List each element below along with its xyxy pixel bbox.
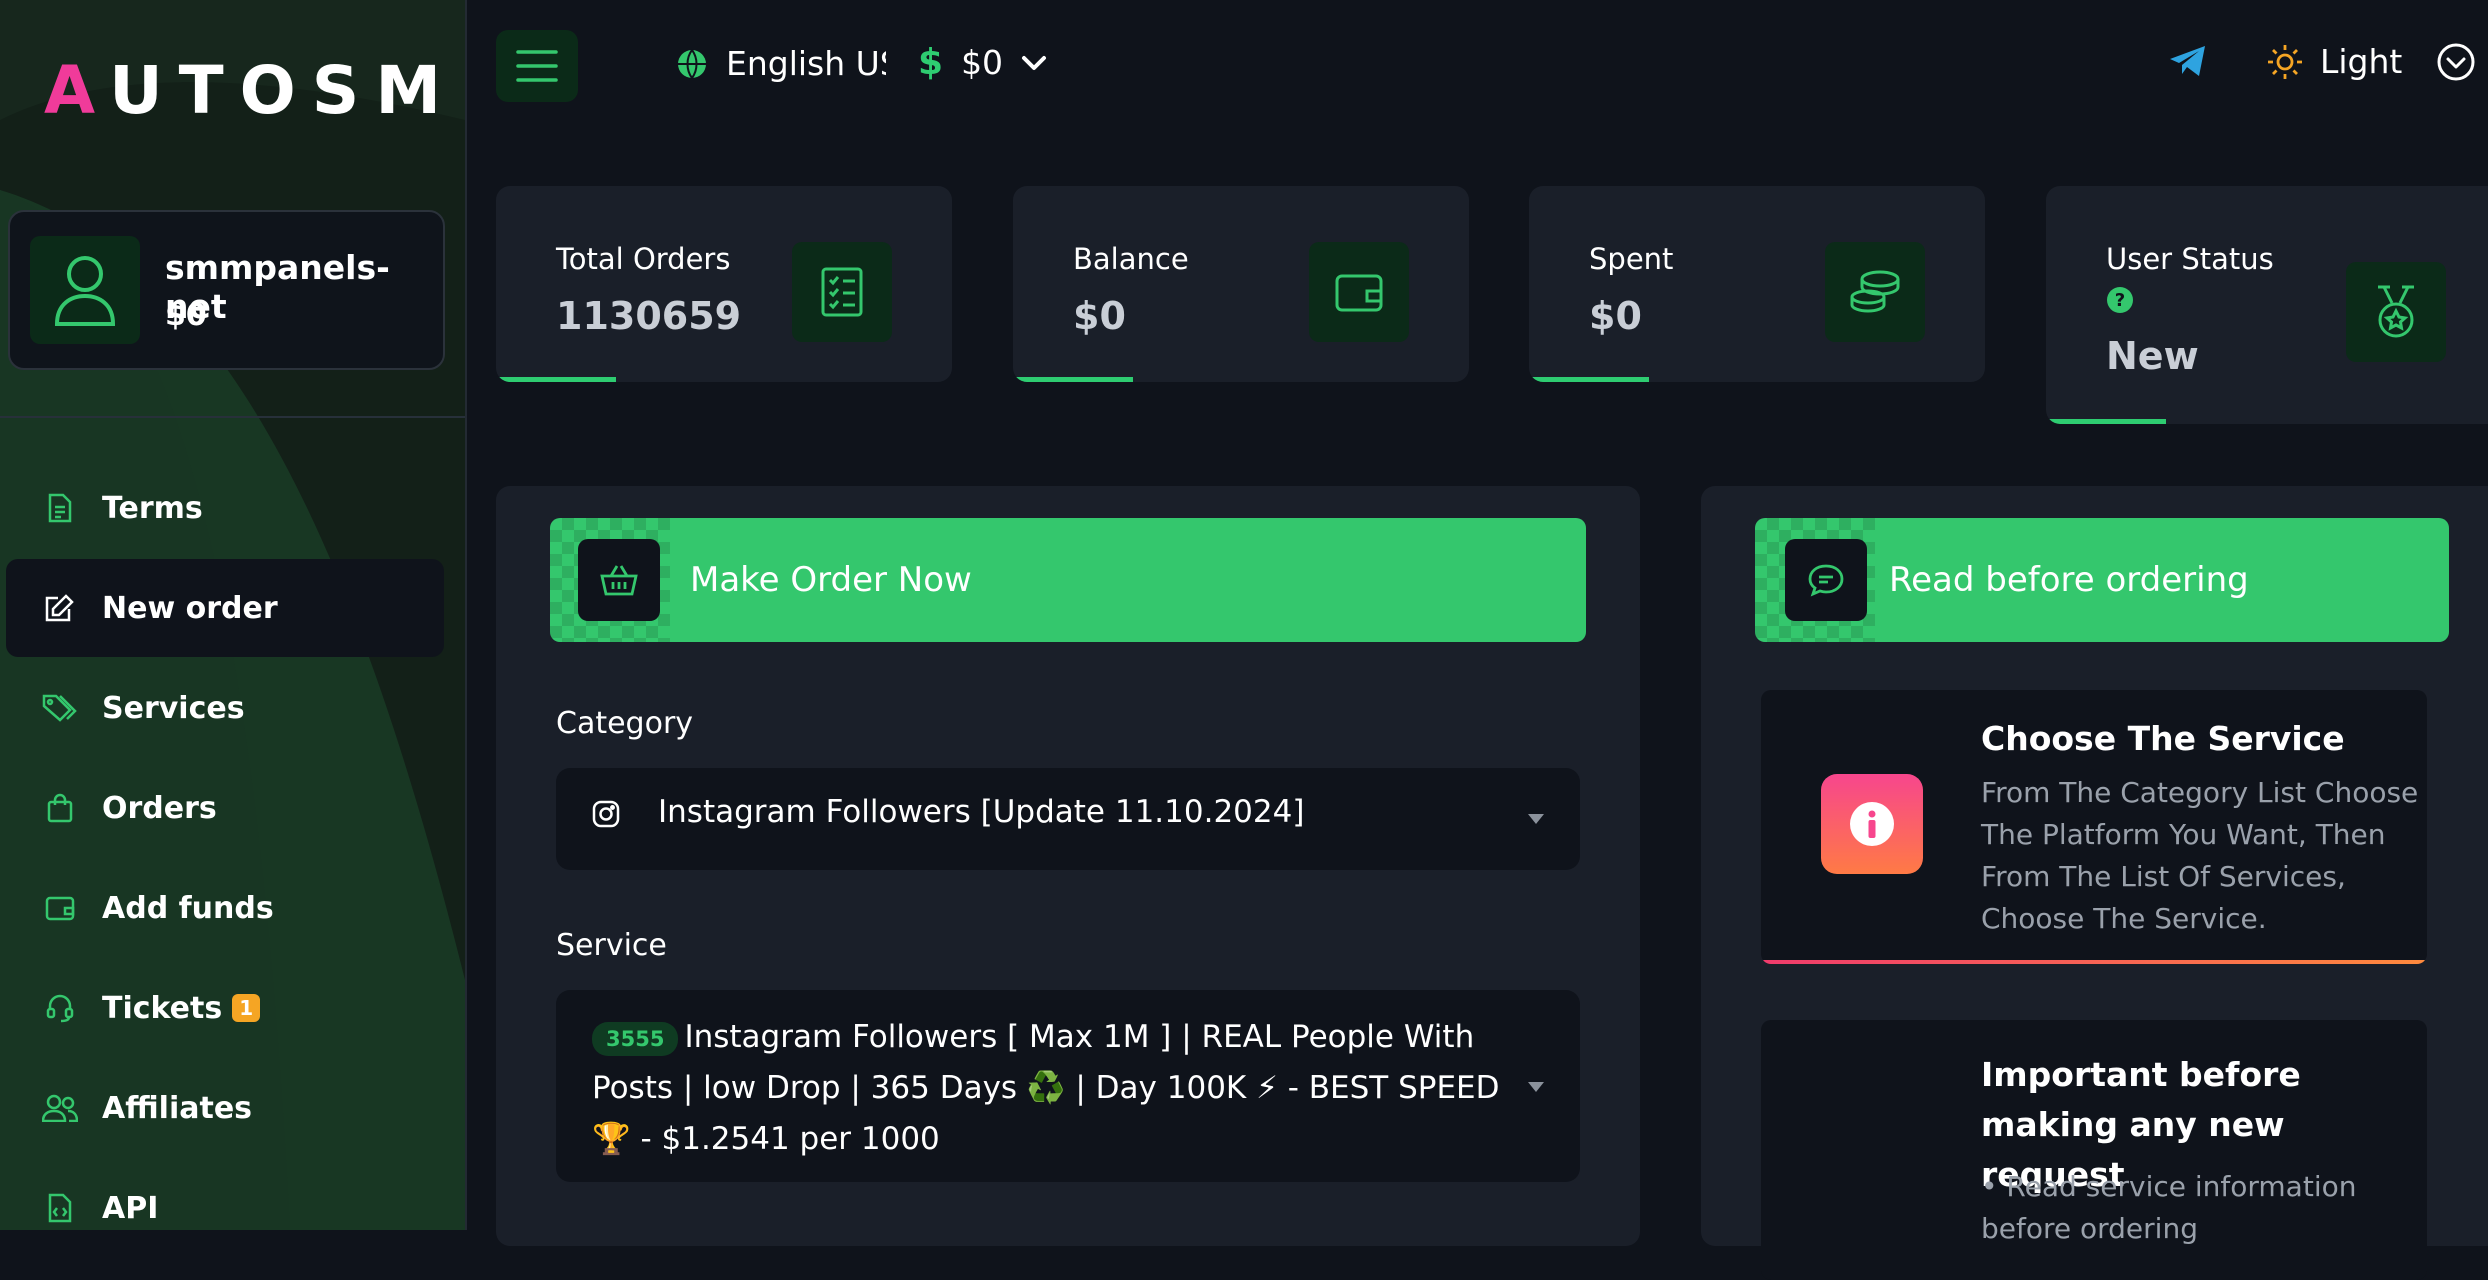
stat-value: 1130659 — [556, 294, 742, 338]
theme-toggle[interactable]: Light — [2266, 42, 2402, 81]
info-card-accent-line — [1761, 960, 2427, 964]
sidebar-item-new-order[interactable]: New order — [6, 559, 444, 657]
sidebar-item-affiliates[interactable]: Affiliates — [6, 1059, 444, 1157]
stat-card-spent: Spent $0 — [1529, 186, 1985, 382]
info-icon — [1821, 774, 1923, 874]
tickets-count-badge: 1 — [232, 994, 261, 1022]
svg-text:?: ? — [2115, 290, 2125, 311]
banner-title: Read before ordering — [1889, 560, 2249, 600]
theme-label: Light — [2320, 42, 2403, 81]
instagram-icon — [592, 800, 620, 832]
sidebar-item-label: Tickets — [102, 990, 223, 1026]
caret-down-icon — [1528, 1082, 1544, 1092]
stat-label: Total Orders — [556, 242, 731, 276]
chevron-circle-down-icon — [2437, 43, 2475, 81]
chevron-down-icon — [1022, 55, 1047, 70]
brand-logo[interactable]: AUTOSM — [44, 52, 457, 129]
info-card-desc: • Read service information before orderi… — [1981, 1170, 2357, 1245]
banner-title: Make Order Now — [690, 560, 972, 600]
sidebar-item-label: Affiliates — [102, 1090, 253, 1126]
category-select[interactable]: Instagram Followers [Update 11.10.2024] — [556, 768, 1580, 870]
help-icon[interactable]: ? — [2106, 286, 2134, 318]
wallet-icon — [38, 894, 82, 922]
info-card-title: Choose The Service — [1981, 719, 2345, 758]
language-label: English US — [726, 44, 886, 83]
hamburger-icon — [516, 50, 558, 82]
service-id-badge: 3555 — [592, 1021, 679, 1056]
stat-accent-bar — [1529, 377, 1649, 382]
service-label: Service — [556, 928, 667, 963]
user-menu-button[interactable] — [2436, 42, 2476, 86]
service-value-text: 3555 Instagram Followers [ Max 1M ] | REA… — [592, 1012, 1522, 1165]
read-before-banner: Read before ordering — [1755, 518, 2449, 642]
stat-label: User Status — [2106, 242, 2274, 276]
sidebar-item-terms[interactable]: Terms — [6, 459, 444, 557]
service-select[interactable]: 3555 Instagram Followers [ Max 1M ] | REA… — [556, 990, 1580, 1182]
medal-icon — [2346, 262, 2446, 362]
tags-icon — [38, 693, 82, 723]
sidebar-item-label: API — [102, 1190, 159, 1226]
sidebar: AUTOSM smmpanels-net $0 Terms New order … — [0, 0, 467, 1230]
stat-accent-bar — [496, 377, 616, 382]
dollar-icon: $ — [918, 42, 944, 83]
telegram-link[interactable] — [2168, 44, 2208, 82]
sidebar-item-api[interactable]: API — [6, 1159, 444, 1230]
sidebar-item-label: Add funds — [102, 890, 274, 926]
file-text-icon — [38, 493, 82, 523]
stat-label: Balance — [1073, 242, 1189, 276]
edit-icon — [38, 593, 82, 623]
info-card-important: Important before making any new request … — [1761, 1020, 2427, 1280]
currency-selector[interactable]: $ $0 — [918, 42, 1047, 83]
info-card-choose-service: Choose The Service From The Category Lis… — [1761, 690, 2427, 964]
profile-balance: $0 — [165, 298, 207, 333]
sidebar-item-label: Orders — [102, 790, 217, 826]
sidebar-item-label: Terms — [102, 490, 203, 526]
wallet-icon — [1309, 242, 1409, 342]
sidebar-item-add-funds[interactable]: Add funds — [6, 859, 444, 957]
sidebar-item-label: Services — [102, 690, 245, 726]
order-panel: Make Order Now Category Instagram Follow… — [496, 486, 1640, 1246]
users-icon — [38, 1094, 82, 1122]
telegram-icon — [2170, 46, 2205, 76]
stat-card-user-status: User Status ? New — [2046, 186, 2488, 424]
sidebar-item-tickets[interactable]: Tickets 1 — [6, 959, 444, 1057]
info-card-desc: From The Category List Choose The Platfo… — [1981, 776, 2419, 935]
sidebar-divider — [0, 416, 465, 418]
service-value: Instagram Followers [ Max 1M ] | REAL Pe… — [592, 1019, 1500, 1157]
checklist-icon — [792, 242, 892, 342]
sidebar-item-orders[interactable]: Orders — [6, 759, 444, 857]
make-order-banner: Make Order Now — [550, 518, 1586, 642]
sidebar-item-label: New order — [102, 590, 278, 626]
globe-icon — [678, 48, 706, 79]
caret-down-icon — [1528, 814, 1544, 824]
sun-icon — [2268, 44, 2302, 79]
shopping-bag-icon — [38, 793, 82, 823]
coins-icon — [1825, 242, 1925, 342]
category-label: Category — [556, 706, 694, 741]
language-selector[interactable]: English US — [676, 44, 886, 83]
headset-icon — [38, 993, 82, 1023]
stat-value: $0 — [1073, 294, 1126, 338]
stat-value: New — [2106, 334, 2199, 378]
user-icon — [30, 236, 140, 344]
stat-label: Spent — [1589, 242, 1674, 276]
info-panel: Read before ordering Choose The Service … — [1701, 486, 2488, 1280]
menu-toggle-button[interactable] — [496, 30, 578, 102]
code-file-icon — [38, 1193, 82, 1223]
category-value: Instagram Followers [Update 11.10.2024] — [658, 794, 1305, 830]
stat-card-balance: Balance $0 — [1013, 186, 1469, 382]
stat-accent-bar — [2046, 419, 2166, 424]
profile-card[interactable]: smmpanels-net $0 — [8, 210, 445, 370]
stat-accent-bar — [1013, 377, 1133, 382]
stat-value: $0 — [1589, 294, 1642, 338]
chat-bubble-icon — [1785, 539, 1867, 621]
stat-card-total-orders: Total Orders 1130659 — [496, 186, 952, 382]
currency-balance: $0 — [961, 43, 1004, 82]
sidebar-item-services[interactable]: Services — [6, 659, 444, 757]
basket-icon — [578, 539, 660, 621]
